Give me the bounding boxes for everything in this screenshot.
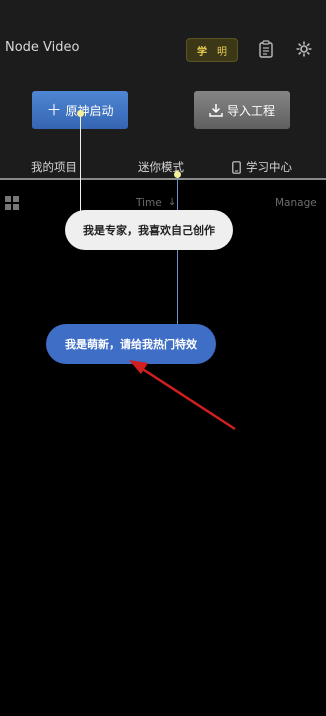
gear-icon[interactable] [295, 40, 313, 58]
tab-label: 我的项目 [31, 160, 77, 174]
download-icon [209, 104, 223, 117]
app-title: Node Video [5, 40, 80, 55]
import-project-button[interactable]: 导入工程 [194, 91, 290, 129]
document-icon[interactable] [259, 40, 273, 58]
badge-right-label: 明 [217, 46, 227, 58]
import-button-label: 导入工程 [226, 103, 275, 118]
sort-down-icon[interactable]: ↓ [168, 197, 176, 208]
guide-dot-mini [174, 171, 181, 178]
guide-dot-start [77, 110, 84, 117]
expert-bubble[interactable]: 我是专家，我喜欢自己创作 [65, 210, 233, 250]
badge-left-label: 学 [197, 46, 207, 58]
sort-label[interactable]: Time [136, 197, 162, 209]
plus-icon: ＋ [46, 100, 62, 119]
novice-bubble[interactable]: 我是萌新，请给我热门特效 [46, 324, 216, 364]
grid-icon[interactable] [5, 196, 19, 210]
tab-divider [0, 178, 326, 180]
tab-bar: 我的项目 迷你模式 学习中心 [0, 152, 326, 180]
top-panel: Node Video 学 明 ＋ 原神启动 导入工程 我的项目 迷你模式 学习中… [0, 0, 326, 180]
start-button-label: 原神启动 [65, 103, 114, 118]
mode-badge[interactable]: 学 明 [186, 38, 238, 62]
tab-learning-center[interactable]: 学习中心 [232, 159, 292, 175]
guide-line-expert [80, 116, 81, 211]
guide-line-novice [177, 176, 178, 324]
phone-icon [232, 160, 241, 174]
tab-my-projects[interactable]: 我的项目 [31, 159, 77, 175]
tab-label: 学习中心 [246, 160, 292, 174]
manage-button[interactable]: Manage [275, 197, 317, 209]
